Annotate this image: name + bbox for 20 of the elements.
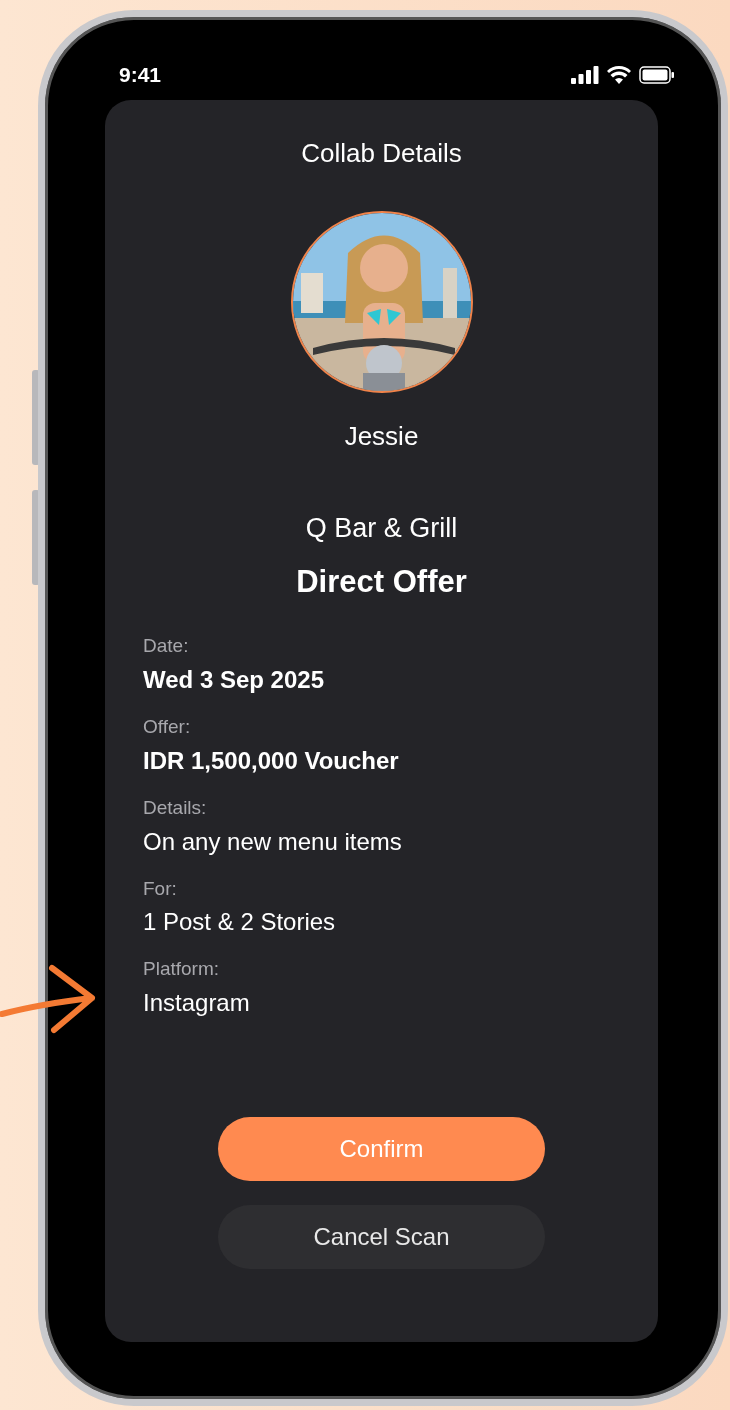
venue-name: Q Bar & Grill <box>304 512 459 546</box>
wifi-icon <box>607 66 631 84</box>
cancel-button[interactable]: Cancel Scan <box>218 1205 545 1270</box>
arrow-icon <box>0 962 98 1034</box>
status-time: 9:41 <box>119 62 162 89</box>
signal-icon <box>571 66 599 84</box>
field-value: On any new menu items <box>143 826 403 857</box>
field-value: 1 Post & 2 Stories <box>143 907 337 938</box>
battery-icon <box>639 66 675 84</box>
field-label: For: <box>143 877 178 901</box>
field-value: Instagram <box>143 988 251 1019</box>
field-label: Date: <box>143 635 190 658</box>
field-value: Wed 3 Sep 2025 <box>143 665 325 695</box>
profile-name: Jessie <box>343 420 420 454</box>
offer-type: Direct Offer <box>295 562 468 601</box>
field-label: Offer: <box>143 716 192 739</box>
field-label: Details: <box>143 796 208 820</box>
field-label: Platform: <box>143 958 221 982</box>
field-value: IDR 1,500,000 Voucher <box>143 745 400 776</box>
screen-title: Collab Details <box>300 138 463 170</box>
